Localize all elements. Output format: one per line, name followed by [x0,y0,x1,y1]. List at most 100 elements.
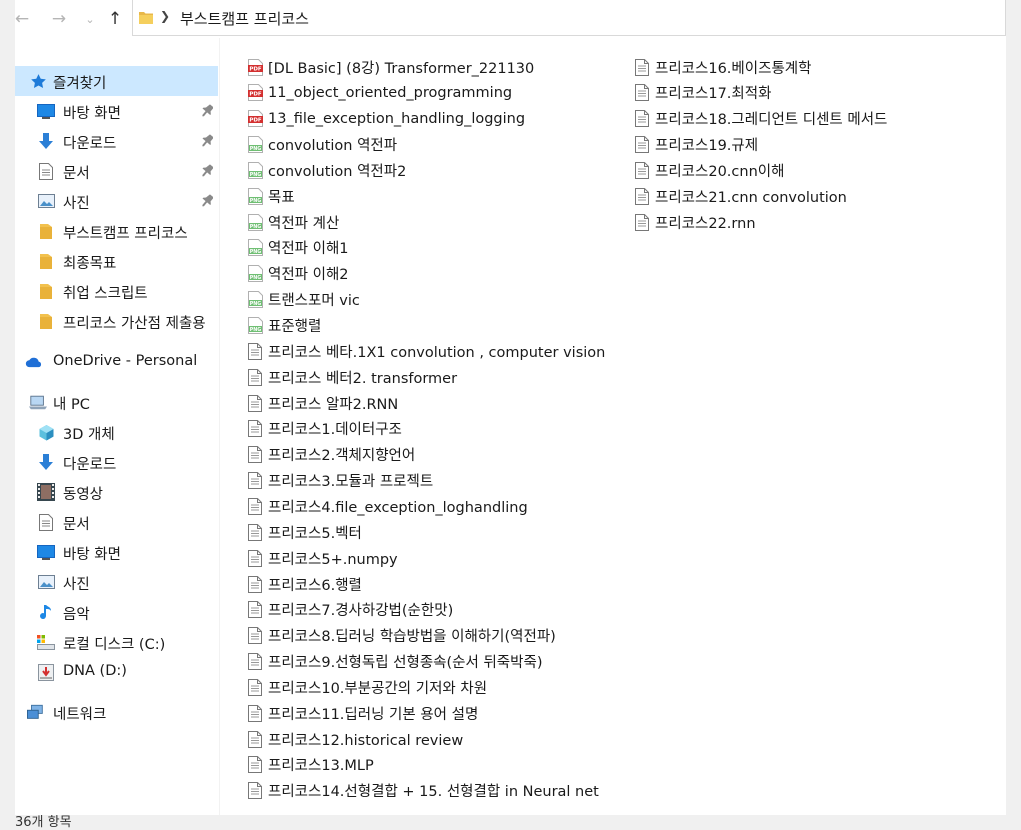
file-item[interactable]: 프리코스 베타.1X1 convolution , computer visio… [247,338,605,364]
document-icon [37,513,55,531]
pictures-icon [37,192,55,210]
file-item[interactable]: PDF 13_file_exception_handling_logging [247,106,525,132]
txt-file-icon [634,161,650,179]
sidebar-item[interactable]: 다운로드 [15,447,218,477]
sidebar-item[interactable]: 취업 스크립트 [15,276,218,306]
sidebar-item-label: OneDrive - Personal [53,353,198,369]
file-item[interactable]: 프리코스7.경사하강법(순한맛) [247,597,453,623]
sidebar-item[interactable]: 네트워크 [15,697,218,727]
address-bar[interactable]: ❯ 부스트캠프 프리코스 [132,0,1006,36]
file-name: 프리코스11.딥러닝 기본 용어 설명 [268,706,479,723]
file-item[interactable]: 프리코스6.행렬 [247,571,362,597]
file-item[interactable]: 프리코스9.선형독립 선형종속(순서 뒤죽박죽) [247,649,543,675]
sidebar-item[interactable]: DNA (D:) [15,657,218,687]
file-item[interactable]: 프리코스21.cnn convolution [634,183,847,209]
sidebar-item[interactable]: 바탕 화면 [15,96,218,126]
file-item[interactable]: PNG 역전파 이해2 [247,261,349,287]
cloud-icon [25,353,43,371]
download-icon [37,453,55,471]
sidebar-item[interactable]: 로컬 디스크 (C:) [15,627,218,657]
txt-file-icon [247,394,263,412]
forward-arrow-icon[interactable]: → [47,6,71,32]
file-name: 트랜스포머 vic [268,293,360,310]
file-name: 프리코스1.데이터구조 [268,422,402,439]
file-item[interactable]: 프리코스19.규제 [634,132,758,158]
desktop-icon [37,102,55,120]
folder-icon [37,222,55,240]
sidebar-item[interactable]: 내 PC [15,387,218,417]
sidebar-item[interactable]: 프리코스 가산점 제출용 [15,306,218,336]
file-item[interactable]: 프리코스22.rnn [634,209,756,235]
file-name: 프리코스2.객체지향언어 [268,448,416,465]
sidebar-item-label: DNA (D:) [63,663,127,679]
up-arrow-icon[interactable]: ↑ [103,6,127,32]
file-item[interactable]: 프리코스 베터2. transformer [247,364,457,390]
file-item[interactable]: 프리코스5.벡터 [247,519,362,545]
sidebar-item-label: 취업 스크립트 [63,286,148,302]
sidebar-item[interactable]: 사진 [15,567,218,597]
file-name: convolution 역전파 [268,138,398,155]
txt-file-icon [247,368,263,386]
file-item[interactable]: 프리코스13.MLP [247,752,374,778]
file-item[interactable]: PNG 표준행렬 [247,313,321,339]
file-item[interactable]: PNG convolution 역전파2 [247,157,406,183]
file-item[interactable]: 프리코스17.최적화 [634,80,771,106]
sidebar-item[interactable]: 문서 [15,156,218,186]
sidebar-item[interactable]: 음악 [15,597,218,627]
file-item[interactable]: 프리코스12.historical review [247,726,463,752]
file-item[interactable]: 프리코스 알파2.RNN [247,390,398,416]
pane-divider[interactable] [219,38,220,815]
file-item[interactable]: 프리코스16.베이즈통계학 [634,54,811,80]
sidebar-item[interactable]: 동영상 [15,477,218,507]
txt-file-icon [247,601,263,619]
navigation-pane: 즐겨찾기 바탕 화면 다운로드 문서 사진 부스트캠프 프리코스 최종목표 취업 스크립트 프리… [15,64,220,815]
file-item[interactable]: 프리코스18.그레디언트 디센트 메서드 [634,106,887,132]
sidebar-item-label: 바탕 화면 [63,106,121,122]
sidebar-item[interactable]: 최종목표 [15,246,218,276]
sidebar-item[interactable]: 문서 [15,507,218,537]
file-item[interactable]: 프리코스1.데이터구조 [247,416,402,442]
file-name: convolution 역전파2 [268,163,407,180]
sidebar-item-label: 사진 [63,196,90,212]
sidebar-item[interactable]: OneDrive - Personal [15,347,218,377]
file-item[interactable]: 프리코스10.부분공간의 기저와 차원 [247,674,487,700]
file-item[interactable]: 프리코스14.선형결합 + 15. 선형결합 in Neural net [247,778,599,804]
file-item[interactable]: 프리코스2.객체지향언어 [247,442,415,468]
txt-file-icon [247,446,263,464]
file-item[interactable]: PNG 역전파 이해1 [247,235,349,261]
file-name: 11_object_oriented_programming [268,84,513,101]
pdf-file-icon: PDF [247,84,263,102]
file-item[interactable]: PNG 목표 [247,183,295,209]
breadcrumb[interactable]: 부스트캠프 프리코스 [180,8,309,29]
file-item[interactable]: PNG 역전파 계산 [247,209,339,235]
sidebar-item[interactable]: 다운로드 [15,126,218,156]
drive-icon [37,633,55,651]
sidebar-item[interactable]: 3D 개체 [15,417,218,447]
file-item[interactable]: PDF [DL Basic] (8강) Transformer_221130 [247,54,534,80]
sidebar-item-label: 동영상 [63,487,104,503]
svg-text:PNG: PNG [249,327,261,333]
sidebar-item[interactable]: 즐겨찾기 [15,66,218,96]
file-item[interactable]: 프리코스3.모듈과 프로젝트 [247,468,433,494]
svg-text:PDF: PDF [249,118,262,124]
sidebar-item[interactable]: 바탕 화면 [15,537,218,567]
sidebar-item-label: 로컬 디스크 (C:) [63,637,166,653]
txt-file-icon [247,653,263,671]
file-item[interactable]: 프리코스20.cnn이해 [634,157,784,183]
sidebar-item[interactable]: 사진 [15,186,218,216]
sidebar-item[interactable]: 부스트캠프 프리코스 [15,216,218,246]
file-name: 역전파 이해2 [268,267,349,284]
file-item[interactable]: PNG 트랜스포머 vic [247,287,360,313]
file-item[interactable]: 프리코스11.딥러닝 기본 용어 설명 [247,700,478,726]
file-item[interactable]: 프리코스8.딥러닝 학습방법을 이해하기(역전파) [247,623,556,649]
file-item[interactable]: 프리코스4.file_exception_loghandling [247,493,528,519]
file-item[interactable]: 프리코스5+.numpy [247,545,398,571]
file-item[interactable]: PDF 11_object_oriented_programming [247,80,512,106]
file-item[interactable]: PNG convolution 역전파 [247,132,397,158]
txt-file-icon [247,497,263,515]
recent-locations-chevron-icon[interactable]: ⌄ [78,6,102,32]
file-name: 프리코스16.베이즈통계학 [655,60,812,77]
video-icon [37,483,55,501]
file-name: [DL Basic] (8강) Transformer_221130 [268,60,535,77]
back-arrow-icon[interactable]: ← [15,6,34,32]
